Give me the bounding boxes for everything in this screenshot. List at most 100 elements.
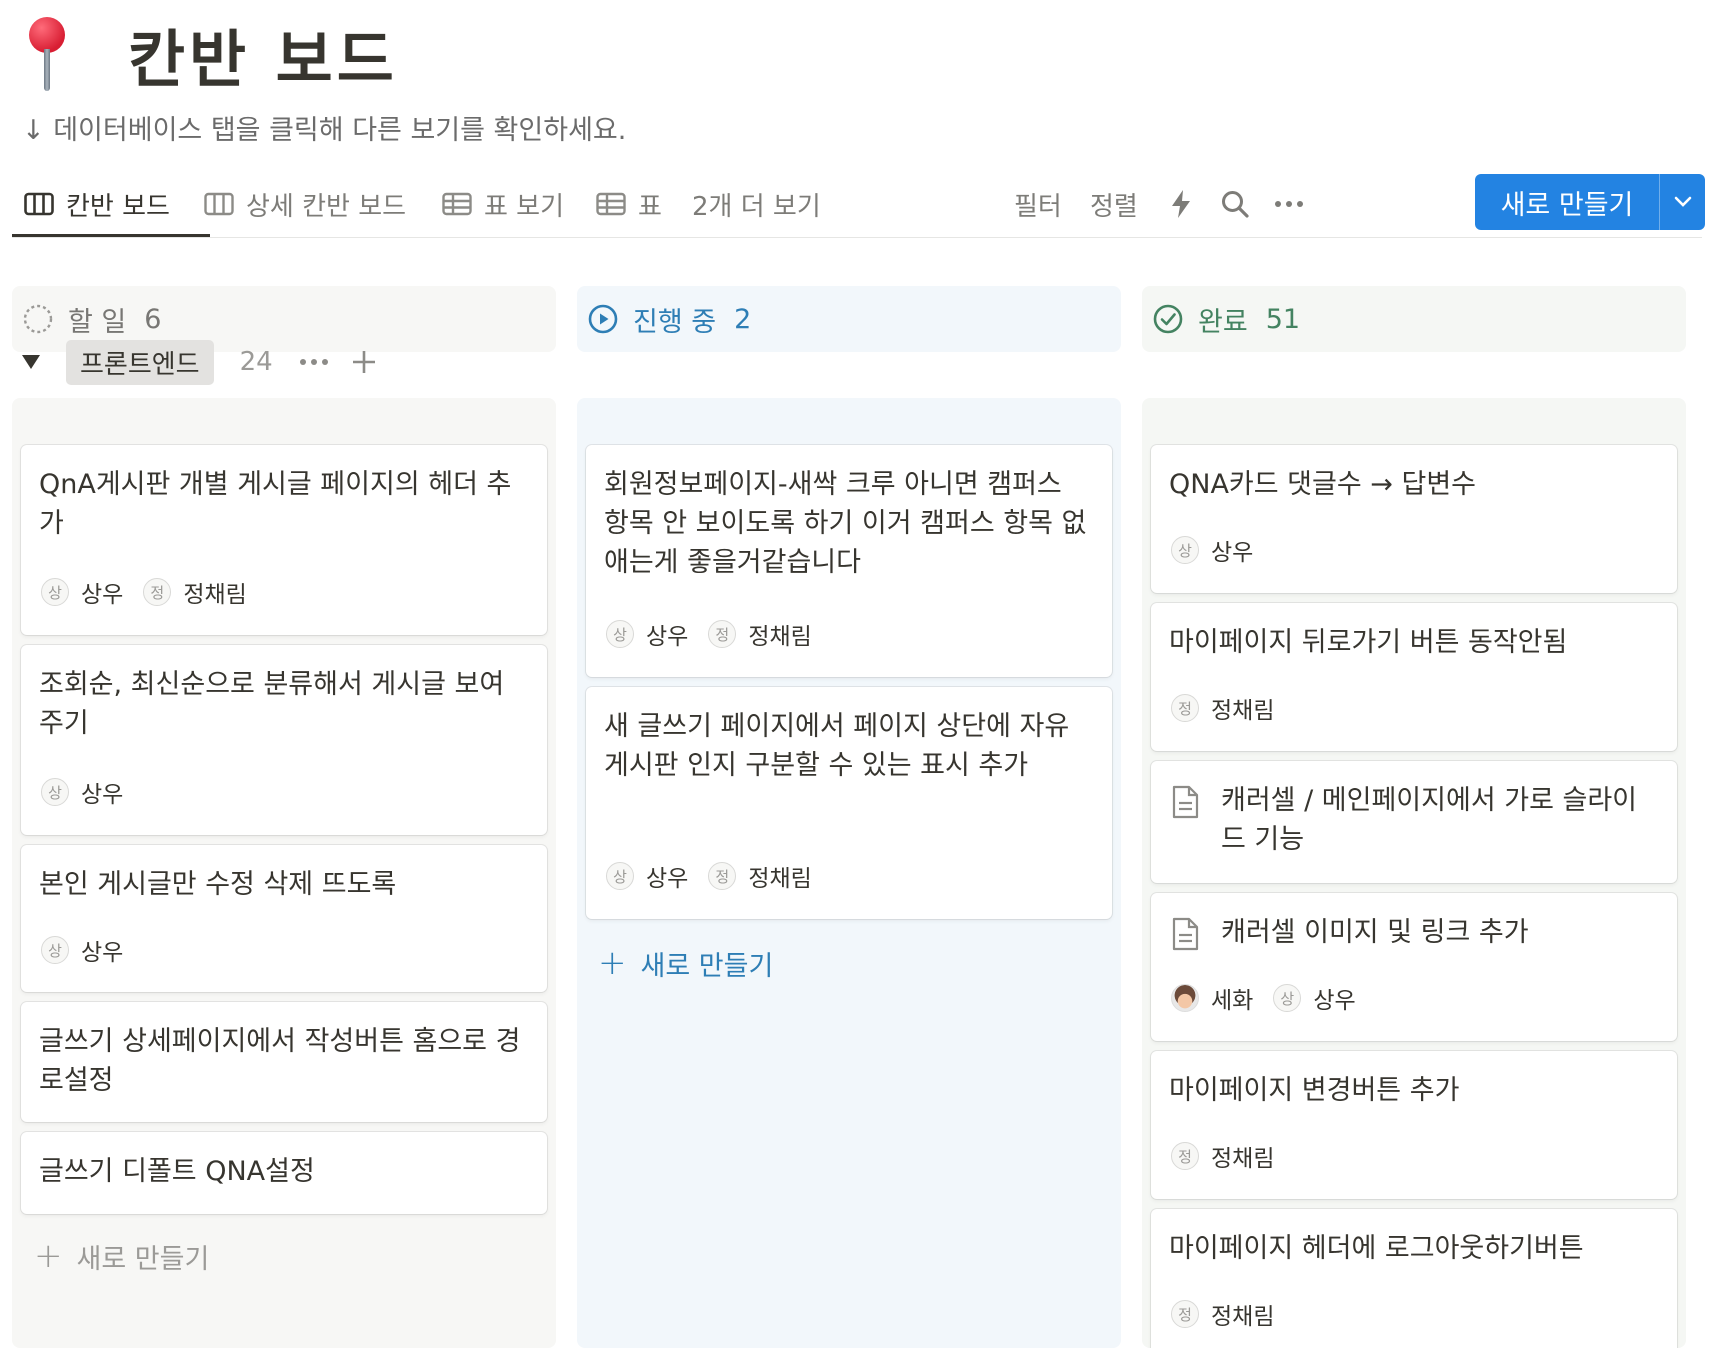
lightning-icon xyxy=(1172,190,1190,218)
avatar-photo xyxy=(1171,984,1199,1012)
tab-detailed-kanban-board[interactable]: 상세 칸반 보드 xyxy=(204,184,406,224)
assignee-name: 정채림 xyxy=(748,866,812,892)
board-icon xyxy=(204,192,234,216)
kanban-card[interactable]: 캐러셀 이미지 및 링크 추가 세화 상 상우 xyxy=(1151,893,1677,1041)
more-views-tab[interactable]: 2개 더 보기 xyxy=(692,184,821,224)
automation-button[interactable] xyxy=(1170,184,1192,224)
more-icon xyxy=(1275,201,1303,207)
plus-icon[interactable] xyxy=(351,349,377,375)
avatar: 정 xyxy=(1171,694,1199,722)
tab-table[interactable]: 표 xyxy=(596,184,662,224)
kanban-card[interactable]: QNA카드 댓글수 → 답변수 상 상우 xyxy=(1151,445,1677,593)
avatar: 상 xyxy=(41,578,69,606)
new-card-button[interactable]: + 새로 만들기 xyxy=(34,1236,209,1276)
page-title[interactable]: 칸반 보드 xyxy=(128,9,398,99)
kanban-card[interactable]: QnA게시판 개별 게시글 페이지의 헤더 추가 상 상우 정 정채림 xyxy=(21,445,547,635)
assignee-name: 정채림 xyxy=(183,582,247,608)
assignee-name: 정채림 xyxy=(748,624,812,650)
kanban-card[interactable]: 본인 게시글만 수정 삭제 뜨도록 상 상우 xyxy=(21,845,547,992)
avatar: 정 xyxy=(708,620,737,648)
new-card-button[interactable]: + 새로 만들기 xyxy=(598,943,773,983)
document-icon xyxy=(1172,785,1199,819)
card-title: 조회순, 최신순으로 분류해서 게시글 보여주기 xyxy=(39,669,505,739)
new-card-label: 새로 만들기 xyxy=(640,950,774,982)
column-header-done[interactable]: 완료 51 xyxy=(1142,286,1686,352)
table-icon xyxy=(596,192,626,216)
avatar: 상 xyxy=(1273,984,1302,1012)
card-title: 글쓰기 디폴트 QNA설정 xyxy=(39,1156,315,1187)
assignee-name: 상우 xyxy=(646,624,689,650)
card-assignees: 상 상우 xyxy=(41,777,143,808)
document-icon xyxy=(1172,917,1199,951)
column-header-in-progress[interactable]: 진행 중 2 xyxy=(577,286,1121,352)
assignee-name: 세화 xyxy=(1211,988,1254,1014)
collapse-toggle-icon[interactable] xyxy=(22,355,40,369)
card-assignees: 상 상우 정 정채림 xyxy=(606,861,832,892)
group-header: 프론트엔드 24 xyxy=(22,339,377,385)
assignee-name: 상우 xyxy=(81,940,124,966)
new-button[interactable]: 새로 만들기 xyxy=(1475,174,1705,230)
avatar: 상 xyxy=(1171,536,1199,564)
card-assignees: 상 상우 xyxy=(41,935,143,966)
search-button[interactable] xyxy=(1220,184,1250,224)
card-title: QnA게시판 개별 게시글 페이지의 헤더 추가 xyxy=(39,469,512,539)
kanban-card[interactable]: 캐러셀 / 메인페이지에서 가로 슬라이드 기능 xyxy=(1151,761,1677,883)
column-status: 진행 중 xyxy=(633,306,717,338)
plus-icon: + xyxy=(598,943,627,983)
assignee-name: 상우 xyxy=(81,782,124,808)
plus-icon: + xyxy=(34,1236,63,1276)
kanban-card[interactable]: 조회순, 최신순으로 분류해서 게시글 보여주기 상 상우 xyxy=(21,645,547,835)
table-icon xyxy=(442,192,472,216)
card-title: 글쓰기 상세페이지에서 작성버튼 홈으로 경로설정 xyxy=(39,1026,521,1096)
tab-label: 표 xyxy=(638,191,662,222)
sort-button[interactable]: 정렬 xyxy=(1090,184,1138,224)
kanban-card[interactable]: 마이페이지 변경버튼 추가 정 정채림 xyxy=(1151,1051,1677,1199)
kanban-card[interactable]: 마이페이지 뒤로가기 버튼 동작안됨 정 정채림 xyxy=(1151,603,1677,751)
card-title: 회원정보페이지-새싹 크루 아니면 캠퍼스 항목 안 보이도록 하기 이거 캠퍼… xyxy=(604,469,1087,578)
avatar: 정 xyxy=(1171,1300,1199,1328)
board-icon xyxy=(24,192,54,216)
card-title: 마이페이지 헤더에 로그아웃하기버튼 xyxy=(1169,1233,1584,1264)
chevron-down-icon xyxy=(1674,196,1691,207)
tab-label: 표 보기 xyxy=(484,191,565,222)
tab-label: 칸반 보드 xyxy=(66,191,170,222)
tab-kanban-board[interactable]: 칸반 보드 xyxy=(24,184,170,224)
pushpin-icon[interactable] xyxy=(22,15,72,93)
avatar: 정 xyxy=(143,578,172,606)
avatar: 정 xyxy=(708,862,737,890)
view-tabs: 칸반 보드 상세 칸반 보드 표 보기 표 2개 더 보기 필터 정렬 새로 만… xyxy=(12,172,1705,238)
assignee-name: 상우 xyxy=(81,582,124,608)
card-assignees: 상 상우 정 정채림 xyxy=(606,619,832,650)
kanban-card[interactable]: 글쓰기 디폴트 QNA설정 xyxy=(21,1132,547,1214)
avatar: 정 xyxy=(1171,1142,1199,1170)
card-title: QNA카드 댓글수 → 답변수 xyxy=(1169,469,1477,500)
column-status: 할 일 xyxy=(68,306,127,338)
card-assignees: 상 상우 xyxy=(1171,535,1273,566)
kanban-card[interactable]: 회원정보페이지-새싹 크루 아니면 캠퍼스 항목 안 보이도록 하기 이거 캠퍼… xyxy=(586,445,1112,677)
column-count: 51 xyxy=(1265,303,1301,335)
avatar: 상 xyxy=(41,778,69,806)
new-card-label: 새로 만들기 xyxy=(76,1243,210,1275)
assignee-name: 정채림 xyxy=(1211,1146,1275,1172)
group-tag[interactable]: 프론트엔드 xyxy=(66,339,214,385)
filter-button[interactable]: 필터 xyxy=(1014,184,1062,224)
kanban-card[interactable]: 마이페이지 헤더에 로그아웃하기버튼 정 정채림 xyxy=(1151,1209,1677,1348)
new-button-label: 새로 만들기 xyxy=(1500,189,1634,221)
card-title: 캐러셀 이미지 및 링크 추가 xyxy=(1221,917,1529,948)
card-assignees: 세화 상 상우 xyxy=(1171,983,1376,1014)
more-icon[interactable] xyxy=(299,357,329,367)
play-circle-icon xyxy=(588,304,618,334)
tab-table-view[interactable]: 표 보기 xyxy=(442,184,564,224)
card-title: 캐러셀 / 메인페이지에서 가로 슬라이드 기능 xyxy=(1221,785,1638,855)
avatar: 상 xyxy=(606,620,634,648)
new-button-dropdown[interactable] xyxy=(1660,196,1705,208)
card-title: 새 글쓰기 페이지에서 페이지 상단에 자유게시판 인지 구분할 수 있는 표시… xyxy=(604,711,1070,781)
assignee-name: 정채림 xyxy=(1211,698,1275,724)
kanban-card[interactable]: 글쓰기 상세페이지에서 작성버튼 홈으로 경로설정 xyxy=(21,1002,547,1122)
more-options-button[interactable] xyxy=(1274,184,1304,224)
kanban-card[interactable]: 새 글쓰기 페이지에서 페이지 상단에 자유게시판 인지 구분할 수 있는 표시… xyxy=(586,687,1112,919)
page-header: 칸반 보드 xyxy=(22,14,398,96)
tab-label: 상세 칸반 보드 xyxy=(246,191,407,222)
page-subtitle: ↓ 데이터베이스 탭을 클릭해 다른 보기를 확인하세요. xyxy=(22,115,627,146)
card-assignees: 정 정채림 xyxy=(1171,1141,1294,1172)
